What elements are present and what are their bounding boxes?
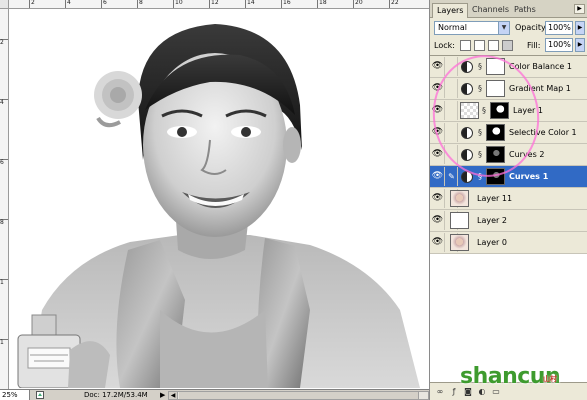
layer-style-icon[interactable]: ƒ — [448, 386, 460, 398]
ruler-tick: 8 — [0, 219, 8, 226]
layer-thumbnail[interactable] — [450, 234, 469, 251]
eye-icon[interactable]: 👁 — [431, 211, 445, 230]
opacity-slider-arrow[interactable]: ▶ — [575, 21, 585, 35]
status-menu-arrow[interactable]: ▶ — [160, 390, 165, 400]
ruler-tick: 12 — [209, 0, 219, 8]
ruler-tick: 14 — [245, 0, 255, 8]
blend-mode-value: Normal — [438, 23, 467, 32]
panel-menu-button[interactable]: ▶ — [574, 4, 585, 14]
tab-layers[interactable]: Layers — [432, 3, 469, 18]
horizontal-ruler[interactable]: 2 4 6 8 10 12 14 16 18 20 22 — [9, 0, 429, 9]
lock-label: Lock: — [434, 41, 455, 50]
watermark-sub: 山村 — [543, 375, 557, 383]
ruler-tick: 1 — [0, 279, 8, 286]
lock-position-checkbox[interactable] — [488, 40, 499, 51]
lock-transparency-checkbox[interactable] — [460, 40, 471, 51]
opacity-input[interactable]: 100% — [545, 21, 573, 35]
ruler-tick: 16 — [281, 0, 291, 8]
eye-icon[interactable]: 👁 — [431, 233, 445, 252]
ruler-tick: 10 — [173, 0, 183, 8]
layer-row[interactable]: 👁 Layer 11 — [430, 188, 587, 210]
opacity-label: Opacity: — [515, 23, 548, 32]
fill-input[interactable]: 100% — [545, 38, 573, 52]
fill-label: Fill: — [527, 41, 541, 50]
ruler-tick: 2 — [29, 0, 35, 8]
zoom-field[interactable]: 25% — [0, 390, 30, 400]
layers-panel: Layers Channels Paths ▶ Normal ▼ Opacity… — [429, 0, 587, 400]
layer-name: Layer 11 — [477, 194, 513, 203]
ruler-tick: 18 — [317, 0, 327, 8]
eye-icon[interactable]: 👁 — [431, 189, 445, 208]
chevron-down-icon[interactable]: ▼ — [498, 22, 509, 34]
brush-icon[interactable]: ✎ — [446, 167, 458, 186]
ruler-tick: 22 — [389, 0, 399, 8]
eye-icon[interactable]: 👁 — [431, 57, 445, 76]
layer-name: Layer 2 — [477, 216, 507, 225]
fill-slider-arrow[interactable]: ▶ — [575, 38, 585, 52]
tab-paths[interactable]: Paths — [510, 3, 540, 18]
ruler-tick: 6 — [0, 159, 8, 166]
photo-image — [10, 10, 429, 388]
scroll-left-arrow[interactable]: ◀ — [169, 392, 178, 399]
layer-name: Curves 1 — [509, 172, 549, 181]
status-bar: 25% Doc: 17.2M/53.4M ▶ ◀ — [0, 389, 429, 400]
blend-mode-select[interactable]: Normal ▼ — [434, 21, 510, 35]
vertical-ruler[interactable]: 2 4 6 8 1 1 — [0, 9, 9, 389]
ruler-tick: 4 — [65, 0, 71, 8]
ruler-tick: 4 — [0, 99, 8, 106]
ruler-tick: 8 — [137, 0, 143, 8]
document-size: Doc: 17.2M/53.4M — [84, 391, 148, 399]
ruler-tick: 1 — [0, 339, 8, 346]
scrollbar-thumb[interactable] — [179, 392, 419, 399]
lock-image-checkbox[interactable] — [474, 40, 485, 51]
tab-channels[interactable]: Channels — [468, 3, 513, 18]
layer-row[interactable]: 👁 Layer 0 — [430, 232, 587, 254]
document-info-icon[interactable] — [36, 391, 44, 399]
lock-all-checkbox[interactable] — [502, 40, 513, 51]
eye-icon[interactable]: 👁 — [431, 167, 445, 186]
ruler-tick: 2 — [0, 39, 8, 46]
ruler-tick: 20 — [353, 0, 363, 8]
panel-tab-bar: Layers Channels Paths ▶ — [430, 0, 587, 18]
layer-row[interactable]: 👁 Layer 2 — [430, 210, 587, 232]
image-canvas[interactable] — [10, 10, 429, 388]
horizontal-scrollbar[interactable]: ◀ — [168, 391, 429, 400]
layer-thumbnail[interactable] — [450, 212, 469, 229]
ruler-origin[interactable] — [0, 0, 9, 9]
ruler-tick: 6 — [101, 0, 107, 8]
layer-name: Layer 0 — [477, 238, 507, 247]
document-window: 2 4 6 8 10 12 14 16 18 20 22 246811 25% … — [0, 0, 429, 400]
layer-thumbnail[interactable] — [450, 190, 469, 207]
link-layers-icon[interactable]: ∞ — [434, 386, 446, 398]
